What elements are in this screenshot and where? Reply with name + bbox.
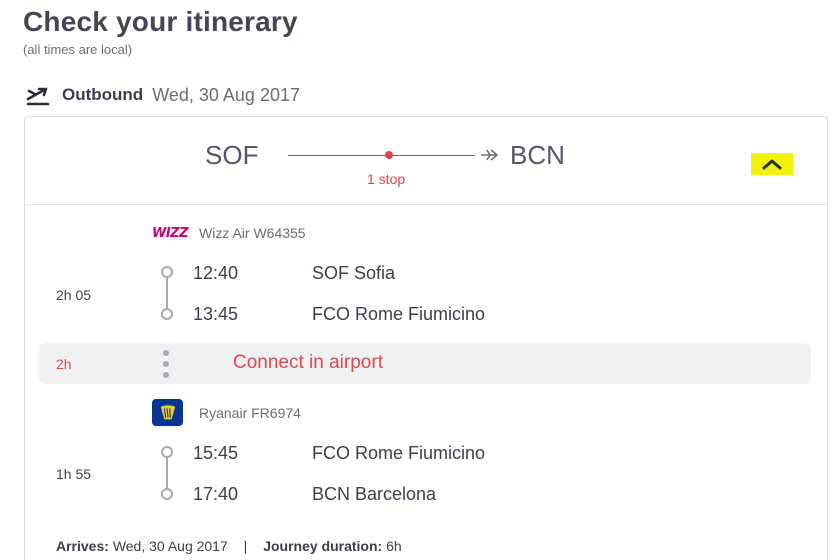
segment-2-arrive-place: BCN Barcelona bbox=[312, 484, 437, 504]
segment-2-flight: Ryanair FR6974 bbox=[199, 404, 301, 421]
segment-2-depart-time: 15:45 bbox=[193, 443, 239, 463]
segment-1-timeline bbox=[160, 266, 174, 322]
connection-text: Connect in airport bbox=[233, 352, 383, 373]
plane-icon bbox=[481, 149, 498, 161]
route-line bbox=[288, 155, 475, 156]
segment-1-flight: Wizz Air W64355 bbox=[199, 225, 306, 241]
page-title: Check your itinerary bbox=[23, 6, 298, 37]
wizz-air-logo: WIZZ bbox=[152, 225, 189, 241]
ryanair-harp-icon bbox=[152, 399, 183, 426]
arrives-value: Wed, 30 Aug 2017 bbox=[112, 538, 228, 554]
outbound-header: Outbound Wed, 30 Aug 2017 bbox=[25, 83, 300, 107]
route-origin-code: SOF bbox=[205, 140, 259, 170]
segment-1-carrier: WIZZ Wizz Air W64355 bbox=[152, 225, 306, 241]
arrives-label: Arrives: bbox=[56, 538, 109, 554]
collapse-button[interactable] bbox=[751, 153, 793, 175]
segment-2-arrive-time: 17:40 bbox=[193, 484, 239, 504]
arrival-node bbox=[161, 488, 173, 500]
segment-2-duration: 1h 55 bbox=[56, 466, 92, 482]
segment-1-arrive-time: 13:45 bbox=[193, 304, 239, 324]
page-subtitle: (all times are local) bbox=[23, 42, 133, 57]
segment-2-timeline bbox=[160, 446, 174, 502]
segment-1-arrive-place: FCO Rome Fiumicino bbox=[312, 304, 486, 324]
segment-1-depart-place: SOF Sofia bbox=[312, 263, 396, 283]
departure-node bbox=[161, 266, 173, 278]
itinerary-card: SOF BCN 1 stop WIZZ Wizz Air W64355 2h 0… bbox=[24, 116, 828, 560]
connection-duration: 2h bbox=[56, 356, 72, 372]
departure-node bbox=[161, 446, 173, 458]
stops-count: 1 stop bbox=[367, 171, 406, 187]
segment-1-depart-time: 12:40 bbox=[193, 263, 239, 283]
segment-1-duration: 2h 05 bbox=[56, 287, 92, 303]
outbound-date: Wed, 30 Aug 2017 bbox=[152, 84, 300, 105]
route-summary: SOF BCN 1 stop bbox=[25, 117, 827, 205]
journey-duration-value: 6h bbox=[386, 538, 402, 554]
footer-separator: | bbox=[243, 538, 248, 554]
plane-takeoff-icon bbox=[26, 87, 50, 106]
connection-row: 2h Connect in airport bbox=[39, 343, 811, 384]
chevron-up-icon bbox=[762, 159, 782, 170]
connection-dots-icon bbox=[163, 350, 169, 378]
segment-2-carrier: Ryanair FR6974 bbox=[152, 399, 301, 426]
journey-summary: Arrives: Wed, 30 Aug 2017 | Journey dura… bbox=[56, 538, 402, 554]
segment-2-depart-place: FCO Rome Fiumicino bbox=[312, 443, 486, 463]
outbound-label: Outbound bbox=[62, 85, 144, 104]
journey-duration-label: Journey duration: bbox=[263, 538, 383, 554]
route-destination-code: BCN bbox=[510, 140, 565, 170]
arrival-node bbox=[161, 308, 173, 320]
stop-dot bbox=[385, 151, 393, 159]
